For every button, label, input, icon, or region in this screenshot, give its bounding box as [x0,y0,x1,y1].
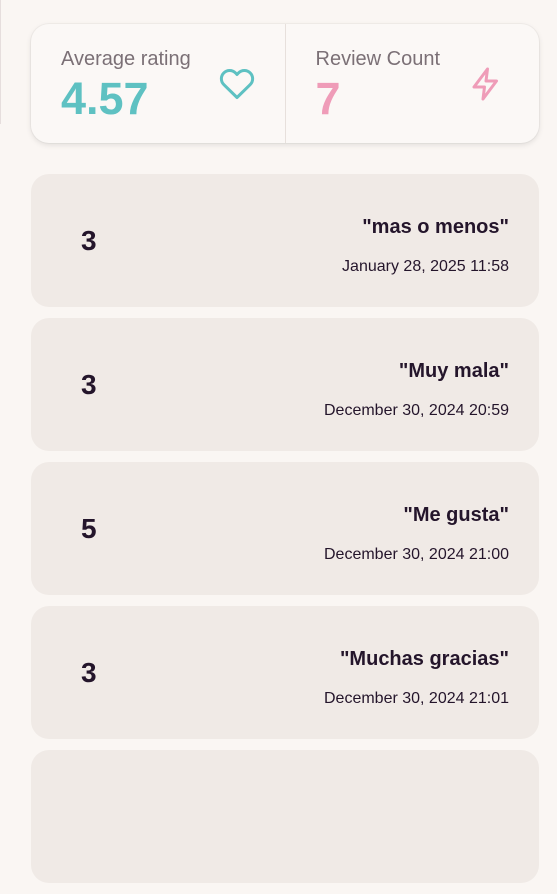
review-list: 3 "mas o menos" January 28, 2025 11:58 3… [31,174,539,894]
review-count-value: 7 [315,73,341,124]
average-rating-value: 4.57 [61,73,149,124]
heart-icon [219,66,255,102]
review-comment: "Muy mala" [398,360,509,382]
average-rating-label: Average rating [61,48,191,70]
review-score: 3 [81,657,97,688]
review-comment: "mas o menos" [362,216,509,238]
review-card-partial[interactable] [31,750,539,883]
review-card[interactable]: 5 "Me gusta" December 30, 2024 21:00 [31,462,539,595]
review-date: December 30, 2024 21:01 [323,690,509,707]
review-date: December 30, 2024 21:00 [323,546,509,563]
review-score: 3 [81,225,97,256]
review-comment: "Me gusta" [403,504,509,526]
review-score: 5 [81,513,97,544]
review-count-stat: Review Count 7 [284,24,540,143]
review-card[interactable]: 3 "Muy mala" December 30, 2024 20:59 [31,318,539,451]
average-rating-stat: Average rating 4.57 [31,24,285,143]
review-card[interactable]: 3 "Muchas gracias" December 30, 2024 21:… [31,606,539,739]
review-count-label: Review Count [315,48,441,70]
review-date: December 30, 2024 20:59 [323,402,509,419]
lightning-icon [468,66,504,102]
left-edge-divider [0,0,1,124]
review-comment: "Muchas gracias" [339,648,509,670]
review-date: January 28, 2025 11:58 [342,258,509,275]
review-score: 3 [81,369,97,400]
review-card[interactable]: 3 "mas o menos" January 28, 2025 11:58 [31,174,539,307]
stats-card: Average rating 4.57 Review Count 7 [31,24,539,143]
